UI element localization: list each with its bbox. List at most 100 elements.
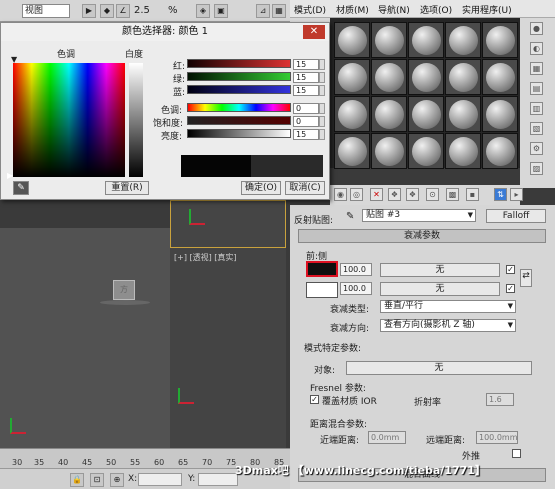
green-spinner[interactable] — [319, 72, 325, 83]
ok-button[interactable]: 确定(O) — [241, 181, 281, 195]
snap-icon[interactable]: ◆ — [100, 4, 114, 18]
material-slot[interactable] — [408, 22, 444, 58]
far-distance-field[interactable]: 100.0mm — [476, 431, 518, 444]
extrapolate-checkbox[interactable] — [512, 449, 521, 458]
green-field[interactable]: 15 — [293, 72, 319, 83]
eyedropper-icon[interactable]: ✎ — [13, 181, 29, 195]
material-slot[interactable] — [371, 96, 407, 132]
saturation-spinner[interactable] — [319, 116, 325, 127]
go-forward-icon[interactable]: ▸ — [510, 188, 523, 201]
align-icon[interactable]: ▦ — [272, 4, 286, 18]
material-slot[interactable] — [482, 22, 518, 58]
sample-type-icon[interactable]: ● — [530, 22, 543, 35]
x-field[interactable] — [138, 473, 182, 486]
mirror-icon[interactable]: ⊿ — [256, 4, 270, 18]
ior-field[interactable]: 1.6 — [486, 393, 514, 406]
get-material-icon[interactable]: ◉ — [334, 188, 347, 201]
menu-mode[interactable]: 模式(D) — [294, 3, 326, 16]
cancel-button[interactable]: 取消(C) — [285, 181, 325, 195]
y-field[interactable] — [198, 473, 238, 486]
viewport-perspective[interactable] — [170, 248, 286, 448]
video-check-icon[interactable]: ▥ — [530, 102, 543, 115]
material-slot[interactable] — [371, 59, 407, 95]
spinner-snap-icon[interactable]: ◈ — [196, 4, 210, 18]
material-slot[interactable] — [445, 59, 481, 95]
map-name-field[interactable]: 贴图 #3 — [362, 209, 476, 222]
material-slot[interactable] — [371, 133, 407, 169]
material-slot[interactable] — [445, 133, 481, 169]
go-to-parent-icon[interactable]: ⇅ — [494, 188, 507, 201]
transform-icon[interactable]: ⊕ — [110, 473, 124, 487]
material-slot[interactable] — [408, 59, 444, 95]
menu-utilities[interactable]: 实用程序(U) — [462, 3, 512, 16]
make-unique-icon[interactable]: ❖ — [388, 188, 401, 201]
viewport-top[interactable] — [170, 200, 286, 248]
menu-material[interactable]: 材质(M) — [336, 3, 369, 16]
front-color-swatch[interactable] — [306, 261, 338, 277]
reset-button[interactable]: 重置(R) — [105, 181, 149, 195]
side-color-swatch[interactable] — [306, 282, 338, 298]
side-map-button[interactable]: 无 — [380, 282, 500, 296]
angle-snap-icon[interactable]: ∠ — [116, 4, 130, 18]
value-slider[interactable] — [187, 129, 291, 138]
whiteness-bar[interactable] — [129, 63, 143, 177]
reset-map-icon[interactable]: ✕ — [370, 188, 383, 201]
viewport-label[interactable]: [+] [透视] [真实] — [174, 252, 237, 263]
value-field[interactable]: 15 — [293, 129, 319, 140]
pin-icon[interactable]: ▶ — [82, 4, 96, 18]
green-slider[interactable] — [187, 72, 291, 81]
uv-tiling-icon[interactable]: ▤ — [530, 82, 543, 95]
viewport-left[interactable] — [0, 228, 170, 448]
close-icon[interactable]: ✕ — [303, 25, 325, 39]
front-map-checkbox[interactable]: ✓ — [506, 265, 515, 274]
material-slot[interactable] — [482, 59, 518, 95]
material-slot[interactable] — [445, 96, 481, 132]
front-map-button[interactable]: 无 — [380, 263, 500, 277]
put-to-scene-icon[interactable]: ◎ — [350, 188, 363, 201]
dialog-title[interactable]: 颜色选择器: 颜色 1 — [1, 23, 329, 41]
front-amount-field[interactable]: 100.0 — [340, 263, 372, 276]
cube-object[interactable]: 方 — [113, 280, 135, 300]
eyedropper-icon[interactable]: ✎ — [346, 211, 354, 222]
side-map-checkbox[interactable]: ✓ — [506, 284, 515, 293]
make-preview-icon[interactable]: ▧ — [530, 122, 543, 135]
backlight-icon[interactable]: ◐ — [530, 42, 543, 55]
red-field[interactable]: 15 — [293, 59, 319, 70]
material-slot[interactable] — [408, 96, 444, 132]
red-slider[interactable] — [187, 59, 291, 68]
material-slot[interactable] — [334, 22, 370, 58]
hue-spinner[interactable] — [319, 103, 325, 114]
show-end-icon[interactable]: ▪ — [466, 188, 479, 201]
saturation-slider[interactable] — [187, 116, 291, 125]
menu-navigation[interactable]: 导航(N) — [378, 3, 410, 16]
hue-picker[interactable] — [13, 63, 125, 177]
value-spinner[interactable] — [319, 129, 325, 140]
select-by-material-icon[interactable]: ▨ — [530, 162, 543, 175]
side-amount-field[interactable]: 100.0 — [340, 282, 372, 295]
material-slot[interactable] — [334, 96, 370, 132]
material-slot[interactable] — [408, 133, 444, 169]
swap-colors-button[interactable]: ⇄ — [520, 269, 532, 287]
hue-field[interactable]: 0 — [293, 103, 319, 114]
near-distance-field[interactable]: 0.0mm — [368, 431, 406, 444]
falloff-params-rollout[interactable]: 衰减参数 — [298, 229, 546, 243]
blue-spinner[interactable] — [319, 85, 325, 96]
saturation-field[interactable]: 0 — [293, 116, 319, 127]
options-icon[interactable]: ⚙ — [530, 142, 543, 155]
named-sel-icon[interactable]: ▣ — [214, 4, 228, 18]
material-slot[interactable] — [334, 59, 370, 95]
material-id-icon[interactable]: ⊙ — [426, 188, 439, 201]
show-map-icon[interactable]: ▩ — [446, 188, 459, 201]
map-type-button[interactable]: Falloff — [486, 209, 546, 223]
lock-icon[interactable]: 🔒 — [70, 473, 84, 487]
object-pick-button[interactable]: 无 — [346, 361, 532, 375]
hue-slider[interactable] — [187, 103, 291, 112]
menu-options[interactable]: 选项(O) — [420, 3, 452, 16]
blue-field[interactable]: 15 — [293, 85, 319, 96]
background-icon[interactable]: ▦ — [530, 62, 543, 75]
blue-slider[interactable] — [187, 85, 291, 94]
put-to-library-icon[interactable]: ❖ — [406, 188, 419, 201]
material-slot[interactable] — [482, 96, 518, 132]
material-slot[interactable] — [334, 133, 370, 169]
material-slot[interactable] — [445, 22, 481, 58]
